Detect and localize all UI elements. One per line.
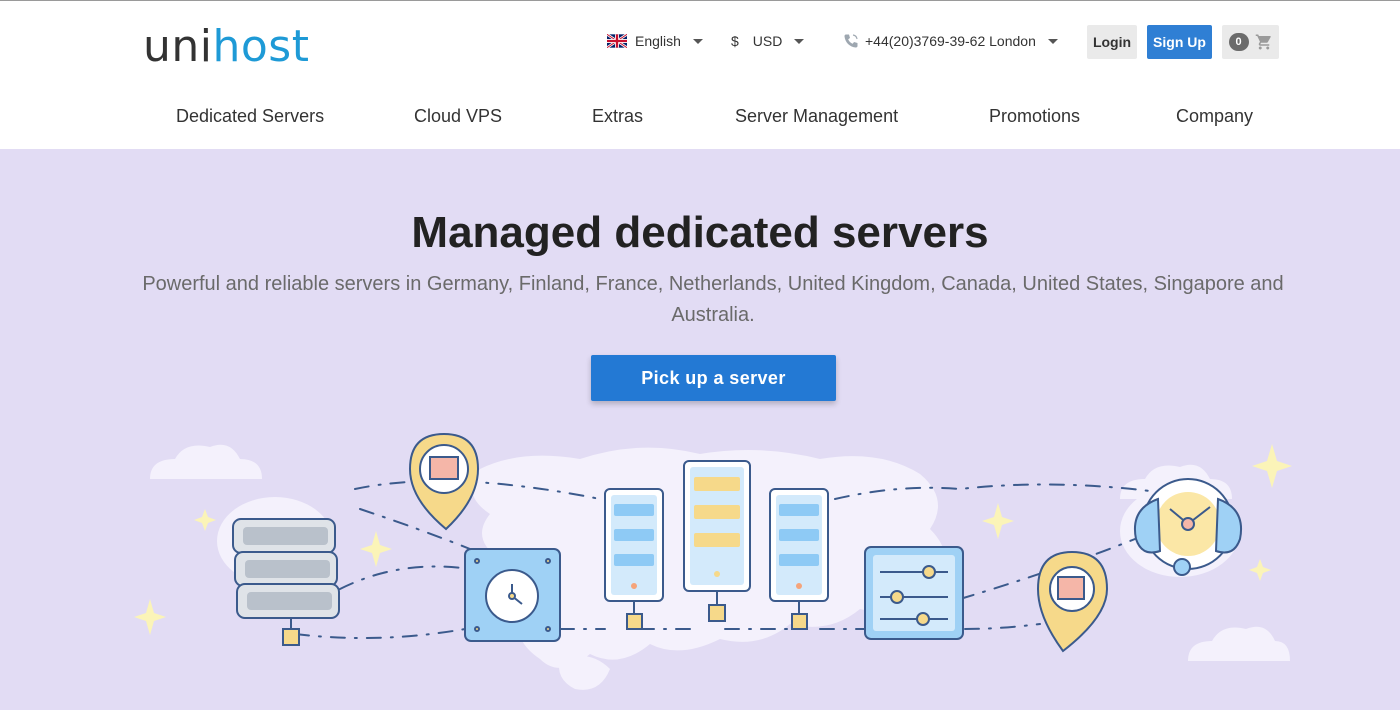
hero-title: Managed dedicated servers: [411, 208, 989, 257]
location-pin-icon-right: [1036, 550, 1109, 653]
uk-flag-icon: [607, 34, 627, 48]
phone-label: +44(20)3769-39-62 London: [865, 33, 1036, 49]
pick-server-button[interactable]: Pick up a server: [591, 355, 836, 401]
language-selector[interactable]: English: [607, 29, 703, 53]
phone-icon: [844, 34, 858, 48]
main-nav: Dedicated Servers Cloud VPS Extras Serve…: [0, 101, 1400, 131]
hero-subtitle: Powerful and reliable servers in Germany…: [142, 273, 1284, 326]
chevron-down-icon: [794, 38, 805, 44]
phone-selector[interactable]: +44(20)3769-39-62 London: [843, 29, 1058, 53]
location-pin-icon: [408, 432, 480, 531]
nav-dedicated-servers[interactable]: Dedicated Servers: [176, 101, 324, 131]
hero-section: Managed dedicated servers Powerful and r…: [0, 149, 1400, 710]
chevron-down-icon: [1047, 38, 1058, 44]
logo[interactable]: unihost: [143, 19, 309, 75]
cart-count-badge: 0: [1228, 33, 1249, 51]
servers-world-map-illustration: [134, 432, 1292, 690]
sliders-panel: [864, 546, 964, 640]
currency-label: USD: [752, 33, 783, 49]
currency-selector[interactable]: $ USD: [731, 29, 805, 53]
chevron-down-icon: [692, 38, 703, 44]
nav-cloud-vps[interactable]: Cloud VPS: [414, 101, 502, 131]
signup-button[interactable]: Sign Up: [1147, 25, 1212, 59]
clock-panel: [464, 548, 561, 642]
server-stack: [232, 518, 340, 646]
logo-part-host: host: [212, 21, 310, 72]
logo-part-uni: uni: [143, 21, 213, 72]
site-header: unihost English $ USD +44(20)3769-39-62 …: [0, 1, 1400, 149]
currency-symbol: $: [731, 33, 739, 49]
nav-promotions[interactable]: Promotions: [989, 101, 1080, 131]
nav-server-management[interactable]: Server Management: [735, 101, 898, 131]
login-button[interactable]: Login: [1087, 25, 1137, 59]
nav-company[interactable]: Company: [1176, 101, 1253, 131]
nav-extras[interactable]: Extras: [592, 101, 643, 131]
language-label: English: [635, 33, 681, 49]
cart-icon: [1255, 34, 1271, 50]
cart-button[interactable]: 0: [1222, 25, 1279, 59]
